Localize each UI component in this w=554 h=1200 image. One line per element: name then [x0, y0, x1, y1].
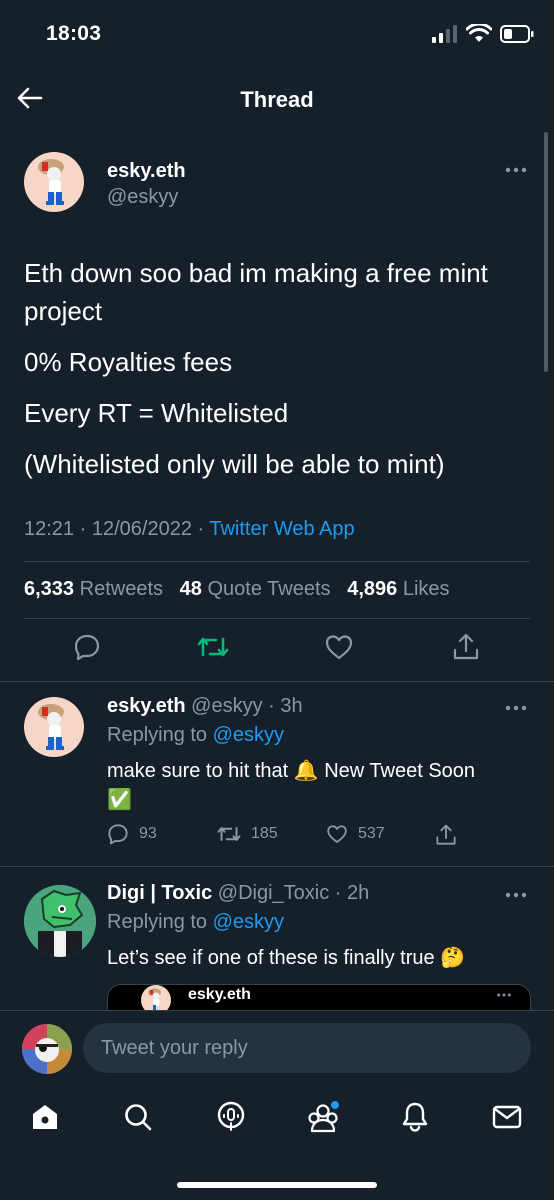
- more-icon: [505, 167, 527, 173]
- reply-header: Digi | Toxic @Digi_Toxic · 2h: [107, 882, 370, 904]
- author-handle[interactable]: @eskyy: [107, 186, 178, 209]
- tweet-age: 3h: [280, 695, 303, 717]
- tab-home[interactable]: [28, 1100, 62, 1134]
- reply-tweet[interactable]: esky.eth @eskyy · 3h Replying to @eskyy …: [0, 682, 554, 867]
- reply-header: esky.eth @eskyy · 3h: [107, 695, 303, 717]
- home-icon: [33, 1105, 57, 1129]
- tweet-metadata: 12:21 · 12/06/2022 · Twitter Web App: [24, 518, 355, 540]
- tweet-time: 12:21: [24, 518, 75, 540]
- author-handle[interactable]: @eskyy: [191, 695, 262, 717]
- author-name[interactable]: esky.eth: [107, 160, 186, 183]
- divider: [24, 561, 530, 562]
- retweets-stat[interactable]: 6,333 Retweets: [24, 578, 163, 600]
- wifi-icon: [466, 24, 492, 42]
- communities-icon: [308, 1101, 339, 1133]
- reply-button[interactable]: [70, 630, 104, 664]
- avatar-dragon-image: [24, 885, 96, 957]
- tab-communities[interactable]: [306, 1100, 340, 1134]
- avatar[interactable]: [24, 152, 84, 212]
- retweet-button[interactable]: 185: [217, 823, 278, 845]
- reply-composer: Tweet your reply: [0, 1010, 554, 1086]
- share-icon: [436, 824, 456, 845]
- avatar-character-image: [38, 704, 64, 750]
- like-button[interactable]: [322, 630, 356, 664]
- replying-to: Replying to @eskyy: [107, 724, 285, 746]
- more-options-button[interactable]: [502, 885, 530, 905]
- reply-input[interactable]: Tweet your reply: [83, 1023, 531, 1073]
- share-button[interactable]: [449, 630, 483, 664]
- retweet-icon: [197, 637, 229, 657]
- home-indicator[interactable]: [177, 1182, 377, 1188]
- tweet-text-line: make sure to hit that 🔔 New Tweet Soon: [107, 760, 476, 782]
- tweet-date: 12/06/2022: [91, 518, 192, 540]
- tab-messages[interactable]: [490, 1100, 524, 1134]
- quoted-author-name: esky.eth: [188, 986, 251, 1003]
- bell-icon: [402, 1102, 428, 1132]
- battery-icon: [500, 25, 534, 43]
- divider: [24, 618, 530, 619]
- avatar[interactable]: [24, 697, 84, 757]
- tweet-text-line: Eth down soo bad im making a free mint p…: [24, 258, 488, 326]
- avatar-character-image: [38, 159, 64, 205]
- tweet-action-bar: [0, 630, 554, 670]
- spaces-icon: [217, 1101, 245, 1131]
- tweet-source-link[interactable]: Twitter Web App: [209, 518, 354, 540]
- tab-spaces[interactable]: [214, 1100, 248, 1134]
- bottom-tab-bar: [0, 1086, 554, 1156]
- reply-count: 93: [139, 825, 157, 842]
- share-button[interactable]: [435, 823, 457, 847]
- tweet-text-line: Let’s see if one of these is finally tru…: [107, 947, 466, 969]
- current-user-avatar[interactable]: [22, 1024, 72, 1074]
- status-bar: 18:03: [0, 0, 554, 70]
- more-icon: [505, 705, 527, 711]
- reply-icon: [108, 824, 128, 845]
- tab-notifications[interactable]: [398, 1100, 432, 1134]
- more-options-button[interactable]: [502, 698, 530, 718]
- tweet-text: Eth down soo bad im making a free mint p…: [24, 254, 524, 496]
- tweet-text-line: ✅: [107, 789, 132, 811]
- tweet-text-line: 0% Royalties fees: [24, 347, 233, 377]
- more-options-button[interactable]: [502, 160, 530, 180]
- likes-stat[interactable]: 4,896 Likes: [347, 578, 449, 600]
- reply-button[interactable]: 93: [107, 823, 157, 845]
- retweet-button[interactable]: [196, 630, 230, 664]
- page-title: Thread: [240, 87, 314, 112]
- author-name[interactable]: Digi | Toxic: [107, 882, 212, 904]
- tweet-text: Let’s see if one of these is finally tru…: [107, 944, 527, 973]
- quote-tweets-stat[interactable]: 48 Quote Tweets: [180, 578, 331, 600]
- reply-tweet[interactable]: Digi | Toxic @Digi_Toxic · 2h Replying t…: [0, 867, 554, 1044]
- like-button[interactable]: 537: [326, 823, 385, 845]
- heart-icon: [325, 635, 353, 660]
- avatar-image: [22, 1024, 72, 1074]
- status-time: 18:03: [46, 22, 102, 45]
- search-icon: [125, 1104, 152, 1131]
- mail-icon: [492, 1105, 522, 1129]
- like-count: 537: [358, 825, 385, 842]
- tweet-text-line: (Whitelisted only will be able to mint): [24, 449, 445, 479]
- reply-icon: [74, 634, 100, 661]
- tweet-age: 2h: [347, 882, 370, 904]
- share-icon: [453, 633, 479, 660]
- tweet-stats: 6,333 Retweets 48 Quote Tweets 4,896 Lik…: [24, 578, 450, 601]
- author-name[interactable]: esky.eth: [107, 695, 186, 717]
- avatar[interactable]: [24, 885, 96, 957]
- navigation-bar: Thread: [0, 70, 554, 128]
- mention-link[interactable]: @eskyy: [213, 724, 284, 746]
- replying-to: Replying to @eskyy: [107, 911, 285, 933]
- retweet-icon: [217, 827, 241, 841]
- tweet-text-line: Every RT = Whitelisted: [24, 398, 289, 428]
- retweet-count: 185: [251, 825, 278, 842]
- more-icon: [497, 993, 511, 997]
- mention-link[interactable]: @eskyy: [213, 911, 284, 933]
- heart-icon: [327, 825, 347, 843]
- tab-search[interactable]: [121, 1100, 155, 1134]
- more-icon: [505, 892, 527, 898]
- tweet-text: make sure to hit that 🔔 New Tweet Soon ✅: [107, 757, 527, 815]
- reply-input-placeholder: Tweet your reply: [101, 1036, 248, 1059]
- scrollbar[interactable]: [544, 132, 548, 372]
- cellular-signal-icon: [432, 25, 457, 43]
- author-handle[interactable]: @Digi_Toxic: [218, 882, 329, 904]
